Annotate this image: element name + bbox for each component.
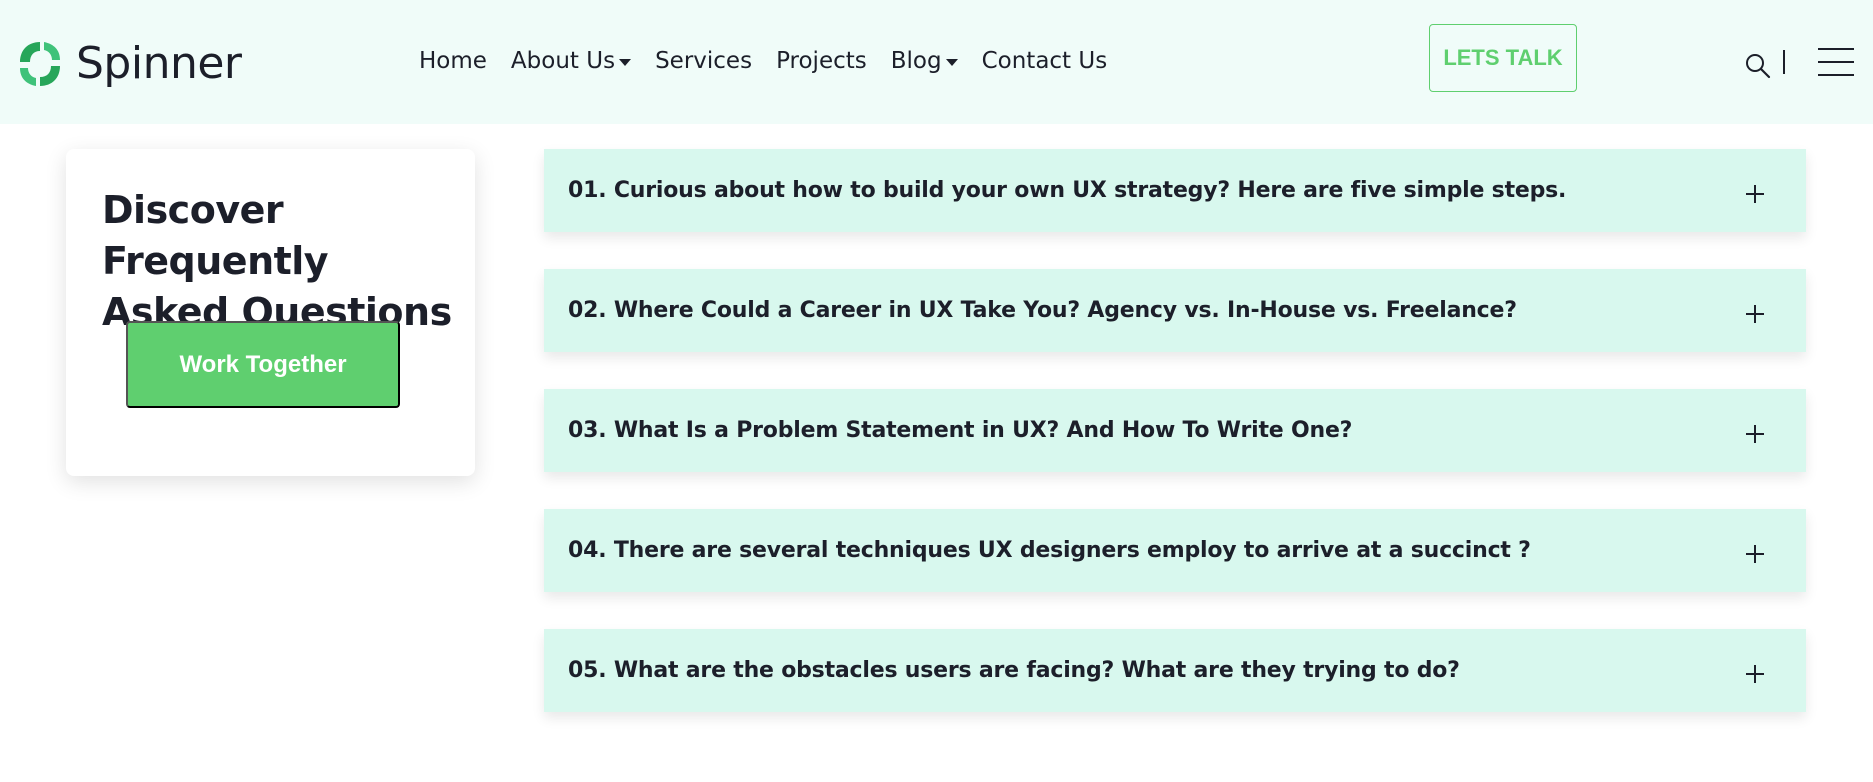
brand-name: Spinner [76, 38, 242, 89]
plus-icon[interactable] [1746, 185, 1764, 203]
nav-item-about-us[interactable]: About Us [510, 48, 632, 74]
plus-icon[interactable] [1746, 425, 1764, 443]
nav-label: Contact Us [981, 48, 1108, 74]
brand-logo[interactable]: Spinner [16, 38, 242, 90]
faq-item-2[interactable]: 02. Where Could a Career in UX Take You?… [544, 269, 1806, 352]
faq-question: 04. There are several techniques UX desi… [568, 538, 1531, 563]
caret-down-icon [619, 58, 632, 66]
hamburger-menu-icon[interactable] [1817, 47, 1855, 77]
nav-item-services[interactable]: Services [655, 48, 752, 74]
nav-label: Blog [890, 48, 942, 74]
faq-question: 05. What are the obstacles users are fac… [568, 658, 1460, 683]
lets-talk-button[interactable]: LETS TALK [1429, 24, 1577, 92]
main-nav: Home About Us Services Projects Blog Con… [419, 48, 1131, 74]
faq-item-5[interactable]: 05. What are the obstacles users are fac… [544, 629, 1806, 712]
search-icon[interactable] [1744, 52, 1772, 80]
faq-intro-card: Discover Frequently Asked Questions Work… [66, 149, 475, 476]
faq-accordion: 01. Curious about how to build your own … [544, 149, 1806, 749]
faq-item-1[interactable]: 01. Curious about how to build your own … [544, 149, 1806, 232]
plus-icon[interactable] [1746, 665, 1764, 683]
work-together-button[interactable]: Work Together [126, 321, 400, 408]
faq-question: 02. Where Could a Career in UX Take You?… [568, 298, 1517, 323]
nav-label: About Us [510, 48, 616, 74]
nav-item-contact-us[interactable]: Contact Us [982, 48, 1108, 74]
nav-label: Projects [776, 48, 867, 74]
faq-item-4[interactable]: 04. There are several techniques UX desi… [544, 509, 1806, 592]
nav-item-home[interactable]: Home [419, 48, 487, 74]
nav-item-projects[interactable]: Projects [776, 48, 867, 74]
faq-section-title: Discover Frequently Asked Questions [102, 188, 452, 334]
nav-item-blog[interactable]: Blog [891, 48, 958, 74]
spinner-logo-icon [20, 42, 60, 86]
plus-icon[interactable] [1746, 545, 1764, 563]
caret-down-icon [945, 58, 958, 66]
site-header: Spinner Home About Us Services Projects … [0, 0, 1873, 124]
faq-question: 03. What Is a Problem Statement in UX? A… [568, 418, 1353, 443]
nav-label: Services [655, 48, 753, 74]
nav-label: Home [419, 48, 487, 74]
faq-question: 01. Curious about how to build your own … [568, 178, 1567, 203]
plus-icon[interactable] [1746, 305, 1764, 323]
faq-item-3[interactable]: 03. What Is a Problem Statement in UX? A… [544, 389, 1806, 472]
header-divider [1783, 50, 1785, 74]
